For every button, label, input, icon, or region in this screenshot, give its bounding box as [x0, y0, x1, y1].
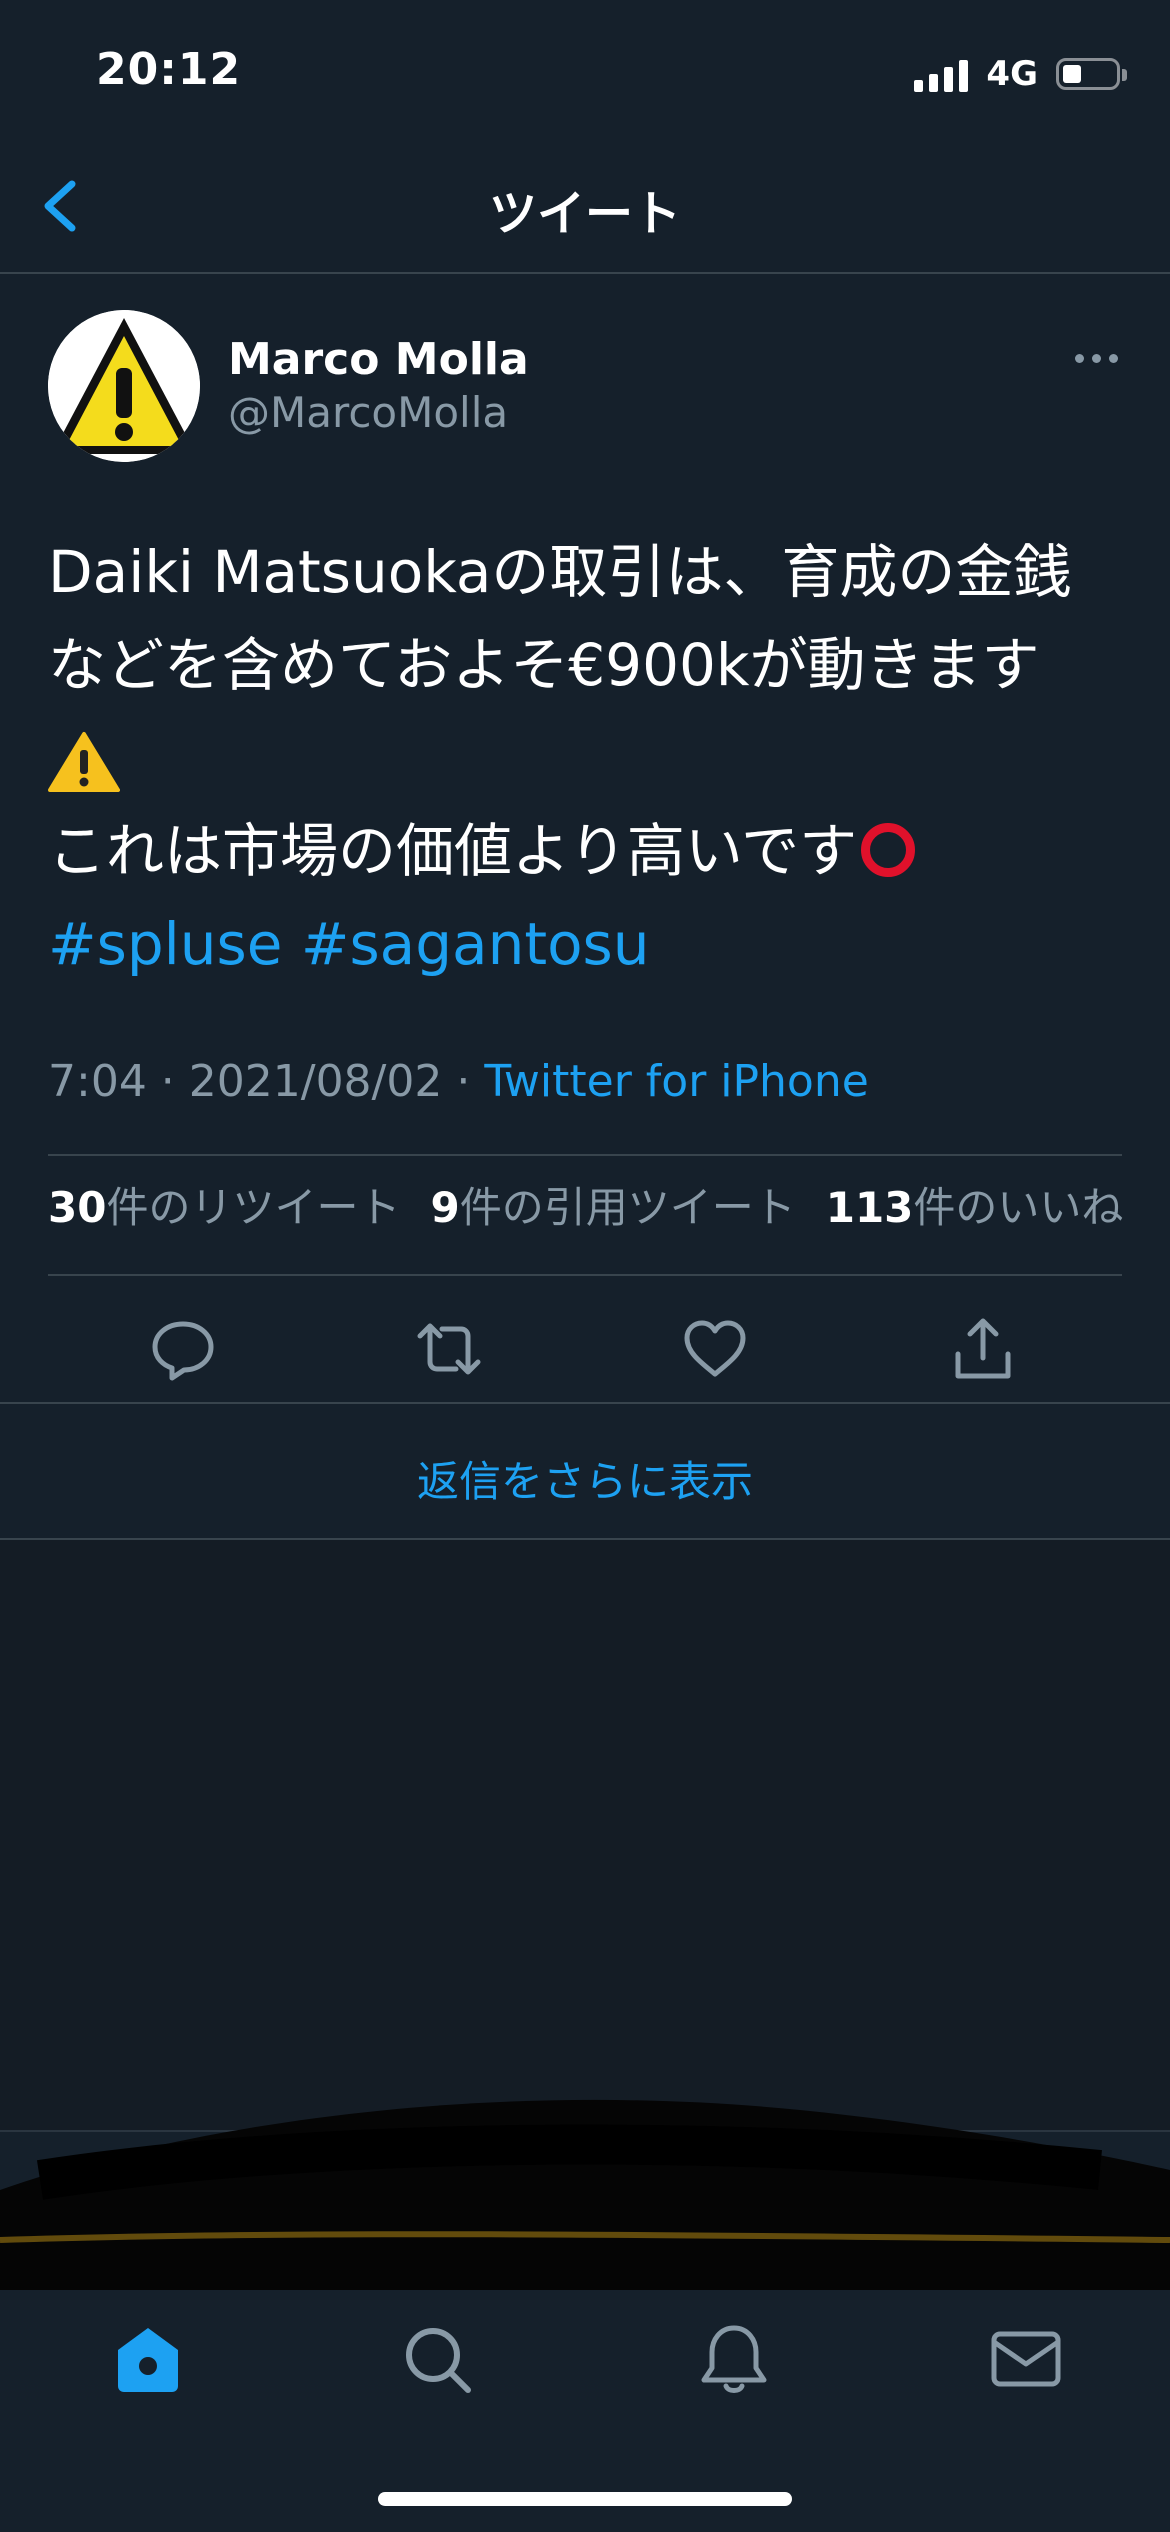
redaction-scribble: [0, 2099, 1170, 2300]
avatar[interactable]: [48, 310, 200, 462]
warning-sign-avatar-icon: [48, 310, 200, 462]
show-more-replies-button[interactable]: 返信をさらに表示: [0, 1448, 1170, 1509]
tweet-source-link[interactable]: Twitter for iPhone: [484, 1056, 868, 1107]
signal-icon: [914, 56, 969, 92]
network-type: 4G: [986, 54, 1038, 94]
like-icon[interactable]: [680, 1314, 750, 1384]
status-indicators: 4G: [914, 54, 1127, 94]
retweet-stat[interactable]: 30件のリツイート: [48, 1183, 400, 1232]
home-icon[interactable]: [108, 2320, 188, 2400]
hashtag-link[interactable]: #spluse: [48, 910, 282, 978]
share-icon[interactable]: [948, 1314, 1018, 1384]
messages-icon[interactable]: [986, 2320, 1066, 2400]
tweet-text-line: Daiki Matsuokaの取引は、育成の金銭: [48, 538, 1072, 606]
battery-icon: [1056, 58, 1127, 90]
like-label: 件のいいね: [913, 1183, 1124, 1232]
quote-stat[interactable]: 9件の引用ツイート: [430, 1183, 795, 1232]
hashtag-link[interactable]: #sagantosu: [301, 910, 650, 978]
status-bar: 20:12 4G: [0, 0, 1170, 140]
warning-emoji-icon: [48, 731, 120, 792]
retweet-icon[interactable]: [414, 1314, 484, 1384]
author-name[interactable]: Marco Molla: [228, 334, 529, 385]
search-icon[interactable]: [398, 2320, 478, 2400]
tweet-text-line: これは市場の価値より高いです: [48, 805, 1128, 898]
page-title: ツイート: [488, 186, 681, 242]
nav-bar: ツイート: [0, 140, 1170, 274]
quote-label: 件の引用ツイート: [459, 1183, 796, 1232]
divider: [48, 1154, 1122, 1156]
quote-count: 9: [430, 1183, 460, 1232]
author-handle[interactable]: @MarcoMolla: [228, 388, 508, 437]
tweet-text-line-3: これは市場の価値より高いです: [48, 817, 858, 885]
home-indicator[interactable]: [378, 2492, 792, 2506]
more-options-icon[interactable]: [1075, 354, 1118, 363]
tweet-meta: 7:04 · 2021/08/02 · Twitter for iPhone: [48, 1056, 869, 1107]
notifications-icon[interactable]: [694, 2320, 774, 2400]
retweet-count: 30: [48, 1183, 107, 1232]
retweet-label: 件のリツイート: [106, 1183, 401, 1232]
like-count: 113: [825, 1183, 914, 1232]
hashtags: #spluse #sagantosu: [48, 898, 1128, 991]
tweet-text: Daiki Matsuokaの取引は、育成の金銭 などを含めておよそ€900kが…: [48, 526, 1128, 991]
tweet-actions: [0, 1294, 1170, 1414]
divider: [0, 1402, 1170, 1404]
status-time: 20:12: [96, 44, 242, 95]
tweet-timestamp: 7:04 · 2021/08/02 ·: [48, 1056, 485, 1107]
divider: [48, 1274, 1122, 1276]
like-stat[interactable]: 113件のいいね: [826, 1183, 1124, 1232]
tweet-text-line: などを含めておよそ€900kが動きます: [48, 631, 1040, 699]
red-circle-emoji-icon: [861, 823, 916, 877]
tweet-stats: 30件のリツイート 9件の引用ツイート 113件のいいね: [48, 1174, 1123, 1235]
reply-icon[interactable]: [148, 1314, 218, 1384]
tweet-text-line: [48, 712, 1128, 805]
